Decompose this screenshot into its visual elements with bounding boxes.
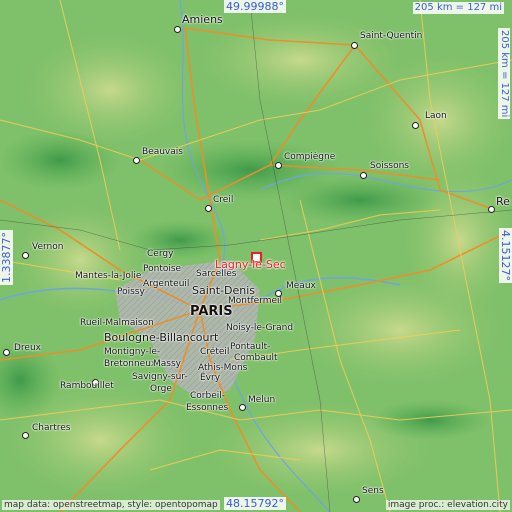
city-dot [22,252,29,259]
lat-top-label: 49.99988° [224,0,286,13]
city-dot [275,290,282,297]
city-argenteuil[interactable]: Argenteuil [143,280,189,289]
city-dot [275,162,282,169]
city-dot [488,206,495,213]
city-noisy[interactable]: Noisy-le-Grand [226,324,293,333]
lon-right-label: 4.15127° [499,228,512,283]
lon-left-label: 1.33877° [0,230,13,285]
city-vernon[interactable]: Vernon [32,243,63,252]
city-poissy[interactable]: Poissy [117,288,145,297]
city-beauvais[interactable]: Beauvais [142,148,183,157]
city-mantes[interactable]: Mantes-la-Jolie [75,272,141,281]
city-savigny[interactable]: Savigny-sur- [132,373,188,382]
city-creil[interactable]: Creil [213,196,233,205]
city-dreux[interactable]: Dreux [14,344,41,353]
scale-vertical: 205 km = 127 mi [498,28,510,120]
city-dot [133,157,140,164]
city-corbeil[interactable]: Corbeil- [190,392,225,401]
city-dot [353,496,360,503]
city-cergy[interactable]: Cergy [147,250,173,259]
city-montigny[interactable]: Montigny-le- [104,348,160,357]
city-reims[interactable]: Re [496,196,510,207]
map-view[interactable]: Amiens Saint-Quentin Laon Beauvais Compi… [0,0,512,512]
city-saint-denis[interactable]: Saint-Denis [192,285,255,296]
city-combault[interactable]: Combault [234,354,278,363]
city-soissons[interactable]: Soissons [370,162,409,171]
city-sarcelles[interactable]: Sarcelles [196,270,236,279]
target-label[interactable]: Lagny-le-Sec [215,259,286,270]
city-dot [22,432,29,439]
scale-horizontal: 205 km = 127 mi [412,2,504,14]
attribution-right: image proc.: elevation.city [385,500,510,510]
city-dot [351,42,358,49]
city-rueil[interactable]: Rueil-Malmaison [80,319,154,328]
city-dot [205,205,212,212]
city-bretonneux[interactable]: Bretonneux [104,360,156,369]
city-laon[interactable]: Laon [425,112,447,121]
city-boulogne[interactable]: Boulogne-Billancourt [104,332,218,343]
city-dot [360,172,367,179]
city-orge[interactable]: Orge [150,385,172,394]
city-evry[interactable]: Évry [200,374,220,383]
city-massy[interactable]: Massy [153,360,181,369]
attribution-left: map data: openstreetmap, style: opentopo… [2,500,220,510]
city-dot [239,404,246,411]
city-rambouillet[interactable]: Rambouillet [60,382,114,391]
city-sens[interactable]: Sens [362,487,384,496]
city-meaux[interactable]: Meaux [286,282,316,291]
city-dot [174,26,181,33]
city-melun[interactable]: Melun [248,396,275,405]
city-compiegne[interactable]: Compiègne [284,153,335,162]
city-pontoise[interactable]: Pontoise [143,265,181,274]
city-dot [3,349,10,356]
city-saint-quentin[interactable]: Saint-Quentin [360,32,422,41]
city-paris[interactable]: PARIS [190,305,233,318]
city-chartres[interactable]: Chartres [32,424,70,433]
city-essonnes[interactable]: Essonnes [186,404,228,413]
city-athis[interactable]: Athis-Mons [198,364,247,373]
city-creteil[interactable]: Créteil [200,348,229,357]
city-pontault[interactable]: Pontault- [230,343,270,352]
city-dot [412,122,419,129]
city-montfermeil[interactable]: Montfermeil [228,297,282,306]
lat-bottom-label: 48.15792° [224,497,286,510]
city-amiens[interactable]: Amiens [182,14,223,25]
